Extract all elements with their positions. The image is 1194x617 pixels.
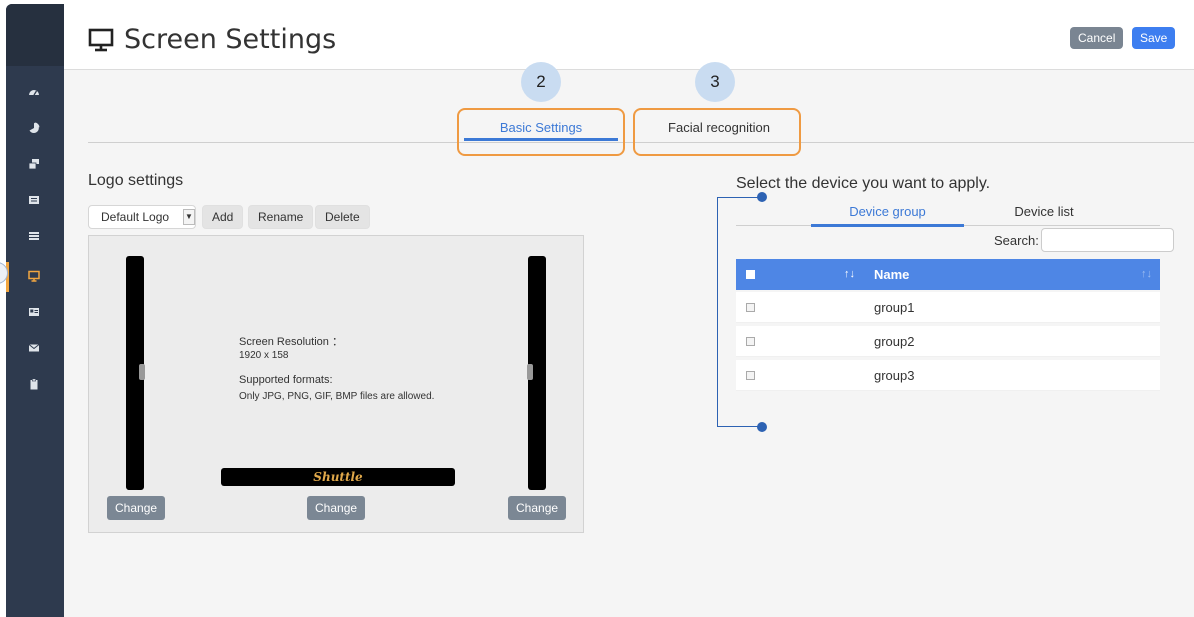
step-marker-3: 3 (695, 62, 735, 102)
change-left-logo-button[interactable]: Change (107, 496, 166, 520)
row-name: group1 (874, 300, 915, 315)
page-header: Screen Settings Cancel Save (64, 4, 1194, 70)
change-bottom-logo-button[interactable]: Change (307, 496, 366, 520)
annotation-dot-bottom (757, 422, 767, 432)
delete-logo-button[interactable]: Delete (315, 205, 370, 229)
resolution-value: 1920 x 158 (239, 350, 289, 361)
list-box-icon[interactable] (24, 190, 44, 210)
envelope-icon[interactable] (24, 338, 44, 358)
pie-chart-icon[interactable] (24, 118, 44, 138)
step-marker-2: 2 (521, 62, 561, 102)
dashboard-icon[interactable] (24, 82, 44, 102)
tab-device-group[interactable]: Device group (811, 201, 964, 225)
annotation-bracket (717, 197, 762, 427)
row-name: group2 (874, 334, 915, 349)
app-frame: Screen Settings Cancel Save 2 3 Basic Se… (0, 0, 1194, 617)
table-row[interactable]: group2 (736, 326, 1160, 357)
device-tab-active-underline (811, 224, 964, 227)
page-title-group: Screen Settings (88, 24, 336, 55)
cancel-button[interactable]: Cancel (1070, 27, 1124, 49)
highlight-box-facial (633, 108, 801, 156)
formats-value: Only JPG, PNG, GIF, BMP files are allowe… (239, 391, 435, 402)
annotation-dot-top (757, 192, 767, 202)
logo-select[interactable]: Default Logo ▼ (88, 205, 196, 229)
search-label: Search: (994, 233, 1039, 248)
table-row[interactable]: group1 (736, 292, 1160, 323)
highlight-box-basic (457, 108, 625, 156)
logo-select-value: Default Logo (101, 210, 170, 224)
device-section-title: Select the device you want to apply. (736, 175, 991, 192)
resolution-label: Screen Resolution ： (239, 336, 343, 348)
right-resize-handle[interactable] (527, 364, 533, 380)
page-title: Screen Settings (124, 24, 337, 55)
column-header-name[interactable]: Name (874, 267, 909, 282)
search-input[interactable] (1041, 228, 1174, 252)
row-name: group3 (874, 368, 915, 383)
tab-device-list[interactable]: Device list (969, 201, 1119, 225)
logo-settings-title: Logo settings (88, 172, 184, 189)
sidebar (6, 4, 64, 617)
main-content: Screen Settings Cancel Save 2 3 Basic Se… (64, 4, 1194, 617)
sort-icon[interactable]: ↑↓ (844, 268, 855, 280)
logo-preview-panel: Screen Resolution ： 1920 x 158 Supported… (88, 235, 584, 533)
chevron-down-icon[interactable]: ▼ (183, 209, 195, 225)
server-icon[interactable] (24, 226, 44, 246)
left-resize-handle[interactable] (139, 364, 145, 380)
sidebar-header (6, 4, 64, 66)
monitor-title-icon (88, 28, 114, 51)
clipboard-icon[interactable] (24, 374, 44, 394)
table-row[interactable]: group3 (736, 360, 1160, 391)
change-right-logo-button[interactable]: Change (508, 496, 567, 520)
add-logo-button[interactable]: Add (202, 205, 244, 229)
table-header: ↑↓ Name ↑↓ (736, 259, 1160, 290)
formats-label: Supported formats: (239, 374, 333, 386)
bottom-logo-preview: Shuttle (221, 468, 455, 486)
rename-logo-button[interactable]: Rename (248, 205, 314, 229)
shuttle-logo: Shuttle (313, 470, 363, 484)
monitor-icon[interactable] (24, 266, 44, 286)
sort-icon-name[interactable]: ↑↓ (1141, 268, 1152, 280)
save-button[interactable]: Save (1132, 27, 1176, 49)
windows-stack-icon[interactable] (24, 154, 44, 174)
id-card-icon[interactable] (24, 302, 44, 322)
